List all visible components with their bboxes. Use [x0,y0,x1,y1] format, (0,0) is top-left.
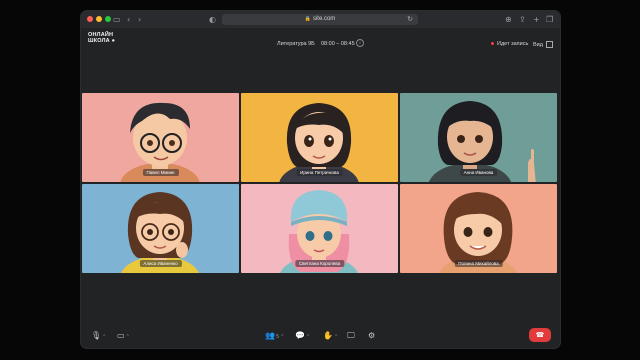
forward-icon[interactable]: › [138,14,141,25]
lesson-time: 08:00 – 08:45 [321,41,355,47]
address-bar[interactable]: 🔒 site.com ↻ [222,14,418,25]
maximize-window-button[interactable] [105,16,111,22]
back-icon[interactable]: ‹ [127,14,130,25]
call-toolbar: 🎙⌃ ▭⌃ 👥5⌃ 💬⌃ ✋⌃ 🖵 ⚙ ☎ [81,325,560,348]
url-text: site.com [312,16,336,22]
chat-icon: 💬 [295,331,305,340]
recording-dot-icon [491,42,494,46]
recording-label: Идет запись [497,41,529,47]
settings-button[interactable]: ⚙ [368,331,375,341]
new-tab-icon[interactable]: + [533,14,540,25]
video-tile-5[interactable]: Светлана Королева [241,184,398,273]
info-icon[interactable]: i [356,39,364,47]
chat-button[interactable]: 💬⌃ [295,331,310,342]
chevron-up-icon[interactable]: ⌃ [102,334,106,340]
screen-share-icon: 🖵 [347,331,355,340]
participant-name: Светлана Королева [294,260,345,267]
sidebar-toggle-icon[interactable]: ▭ [113,14,121,25]
logo-line-2: ШКОЛА [88,38,110,44]
lesson-title: Литература 9Б [277,41,315,47]
screen-share-button[interactable]: 🖵 [347,331,355,341]
reload-icon[interactable]: ↻ [407,14,413,25]
participant-name: Павел Минин [142,169,179,176]
chevron-up-icon[interactable]: ⌃ [280,334,284,340]
participant-name: Анна Иванова [459,169,498,176]
app-header: ОНЛАЙН ШКОЛА ● Литература 9Б 08:00 – 08:… [81,28,560,56]
window-controls [87,16,111,22]
download-icon[interactable]: ⊕ [505,14,512,25]
participant-name: Полина Михайлова [454,260,503,267]
chevron-up-icon[interactable]: ⌃ [306,334,310,340]
view-button[interactable]: Вид [533,41,553,48]
participants-button[interactable]: 👥5⌃ [265,331,284,342]
camera-button[interactable]: ▭⌃ [117,331,130,342]
browser-chrome: ▭ ‹ › ◐ 🔒 site.com ↻ ⊕ ⇪ + ❐ [81,11,560,29]
browser-window: ▭ ‹ › ◐ 🔒 site.com ↻ ⊕ ⇪ + ❐ ОНЛАЙН ШКОЛА… [81,11,560,348]
video-tile-6[interactable]: Полина Михайлова [400,184,557,273]
share-icon[interactable]: ⇪ [519,14,526,25]
end-call-button[interactable]: ☎ [529,328,551,342]
chevron-up-icon[interactable]: ⌃ [126,334,130,340]
raise-hand-button[interactable]: ✋⌃ [323,331,338,342]
gear-icon: ⚙ [368,331,376,340]
minimize-window-button[interactable] [96,16,102,22]
recording-indicator: Идет запись [491,41,528,47]
phone-hangup-icon: ☎ [535,331,545,339]
video-tile-2[interactable]: Ирина Петрачкова [241,93,398,182]
hand-icon: ✋ [323,331,333,340]
video-tile-1[interactable]: Павел Минин [82,93,239,182]
chevron-up-icon[interactable]: ⌃ [334,334,338,340]
video-tile-4[interactable]: Алиса Иваненко [82,184,239,273]
video-tile-3[interactable]: Анна Иванова [400,93,557,182]
grid-view-icon [545,41,553,48]
close-window-button[interactable] [87,16,93,22]
view-label: Вид [533,41,543,48]
people-icon: 👥 [265,331,275,340]
microphone-icon: 🎙 [91,331,102,340]
participant-name: Алиса Иваненко [139,260,182,267]
participant-name: Ирина Петрачкова [296,169,343,176]
participants-count: 5 [275,334,280,340]
camera-icon: ▭ [117,331,125,340]
microphone-button[interactable]: 🎙⌃ [91,331,106,342]
lock-icon: 🔒 [304,16,311,22]
tab-overview-icon[interactable]: ❐ [546,14,553,25]
privacy-shield-icon[interactable]: ◐ [209,14,216,25]
school-logo[interactable]: ОНЛАЙН ШКОЛА ● [88,32,115,44]
